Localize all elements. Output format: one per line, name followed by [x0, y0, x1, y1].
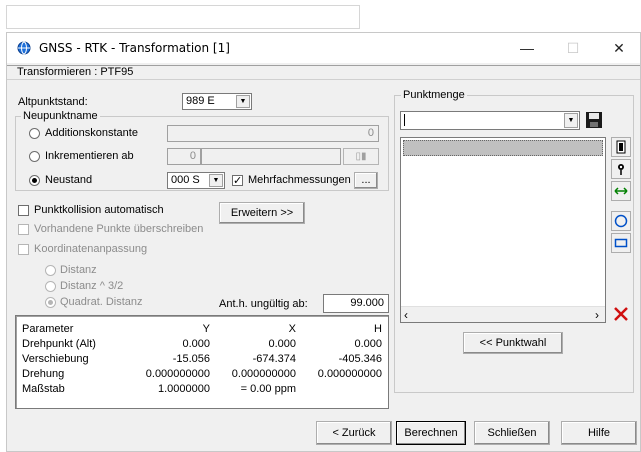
punktkollision-checkbox[interactable] — [18, 205, 29, 216]
altpunktstand-value: 989 E — [186, 95, 215, 107]
distanz32-label: Distanz ^ 3/2 — [60, 280, 124, 292]
inkrementieren-field: 0 — [167, 148, 201, 165]
table-header-parameter: Parameter — [22, 323, 74, 335]
chevron-down-icon[interactable]: ▼ — [236, 95, 250, 108]
punktkollision-label: Punktkollision automatisch — [34, 204, 164, 216]
subtitle-bar: Transformieren : PTF95 — [7, 65, 640, 80]
distanz-radio — [45, 265, 56, 276]
table-header-x: X — [288, 323, 296, 335]
vorhandene-label: Vorhandene Punkte überschreiben — [34, 223, 204, 235]
neustand-value: 000 S — [171, 174, 200, 186]
pin-icon[interactable] — [611, 159, 631, 179]
delete-icon[interactable] — [612, 305, 630, 323]
inkrementieren-extra-field — [201, 148, 341, 165]
neustand-combo[interactable]: 000 S ▼ — [167, 172, 225, 189]
quadrat-distanz-label: Quadrat. Distanz — [60, 296, 143, 308]
punktmenge-value — [404, 114, 406, 126]
table-cell: 0.000 — [268, 338, 296, 350]
close-button[interactable]: ✕ — [596, 33, 641, 63]
arrows-horizontal-icon[interactable] — [611, 181, 631, 201]
inkrementieren-radio[interactable] — [29, 151, 40, 162]
table-cell: Verschiebung — [22, 353, 89, 365]
circle-icon[interactable] — [611, 211, 631, 231]
table-cell: -15.056 — [172, 353, 210, 365]
table-cell: 0.000 — [182, 338, 210, 350]
punktmenge-title: Punktmenge — [401, 89, 467, 101]
table-cell: Drehpunkt (Alt) — [22, 338, 96, 350]
window-title: GNSS - RTK - Transformation [1] — [39, 41, 230, 55]
table-cell: Drehung — [22, 368, 65, 380]
punktmenge-combo[interactable]: ▼ — [400, 111, 580, 130]
punktwahl-button[interactable]: << Punktwahl — [463, 332, 563, 354]
table-cell: 1.0000000 — [158, 383, 210, 395]
punktmenge-listbox[interactable]: ‹ › — [400, 137, 606, 323]
chevron-right-icon[interactable]: › — [595, 308, 599, 322]
koordinatenanpassung-label: Koordinatenanpassung — [34, 243, 148, 255]
distanz32-radio — [45, 281, 56, 292]
globe-icon — [17, 41, 31, 55]
rectangle-icon[interactable] — [611, 233, 631, 253]
neupunktname-title: Neupunktname — [21, 110, 100, 122]
distanz-label: Distanz — [60, 264, 97, 276]
table-cell: = 0.00 ppm — [240, 383, 296, 395]
altpunktstand-label: Altpunktstand: — [18, 96, 88, 108]
parameter-table: Parameter Y X H Drehpunkt (Alt) 0.000 0.… — [15, 315, 389, 409]
neustand-radio[interactable] — [29, 175, 40, 186]
table-header-h: H — [374, 323, 382, 335]
minimize-button[interactable]: — — [504, 33, 550, 63]
table-cell: -674.374 — [252, 353, 296, 365]
mehrfachmessungen-checkbox[interactable] — [232, 174, 243, 187]
additionskonstante-field: 0 — [167, 125, 379, 142]
table-cell: 0.000000000 — [317, 368, 382, 380]
save-icon[interactable] — [585, 111, 603, 129]
table-header-y: Y — [202, 323, 210, 335]
horizontal-scrollbar[interactable]: ‹ › — [401, 306, 605, 322]
inkrementieren-label: Inkrementieren ab — [45, 150, 134, 162]
berechnen-button[interactable]: Berechnen — [396, 421, 466, 445]
chevron-down-icon[interactable]: ▼ — [564, 113, 578, 128]
top-text-field[interactable] — [6, 5, 360, 29]
vorhandene-checkbox — [18, 224, 29, 235]
table-cell: 0.000 — [354, 338, 382, 350]
chevron-down-icon[interactable]: ▼ — [209, 174, 223, 187]
additionskonstante-label: Additionskonstante — [45, 127, 138, 139]
neustand-label: Neustand — [45, 174, 93, 186]
hilfe-button[interactable]: Hilfe — [561, 421, 637, 445]
zurueck-button[interactable]: < Zurück — [316, 421, 392, 445]
clipboard-icon[interactable] — [611, 137, 631, 157]
transformation-dialog: GNSS - RTK - Transformation [1] — ☐ ✕ Tr… — [6, 32, 641, 452]
erweitern-button[interactable]: Erweitern >> — [219, 202, 305, 224]
table-cell: -405.346 — [338, 353, 382, 365]
table-cell: 0.000000000 — [231, 368, 296, 380]
anth-label: Ant.h. ungültig ab: — [219, 298, 308, 310]
koordinatenanpassung-checkbox — [18, 244, 29, 255]
mehrfachmessungen-label: Mehrfachmessungen — [248, 174, 351, 186]
list-item[interactable] — [403, 140, 603, 156]
quadrat-distanz-radio — [45, 297, 56, 308]
table-cell: 0.000000000 — [145, 368, 210, 380]
altpunktstand-combo[interactable]: 989 E ▼ — [182, 93, 252, 110]
table-cell: Maßstab — [22, 383, 65, 395]
mehrfach-ellipsis-button[interactable]: ... — [354, 172, 378, 189]
title-bar: GNSS - RTK - Transformation [1] — ☐ ✕ — [7, 33, 640, 63]
chevron-left-icon[interactable]: ‹ — [404, 308, 408, 322]
schliessen-button[interactable]: Schließen — [474, 421, 550, 445]
anth-field[interactable]: 99.000 — [323, 294, 389, 313]
maximize-button: ☐ — [566, 39, 580, 56]
clipboard-icon: ▯▮ — [343, 148, 379, 165]
additionskonstante-radio[interactable] — [29, 128, 40, 139]
